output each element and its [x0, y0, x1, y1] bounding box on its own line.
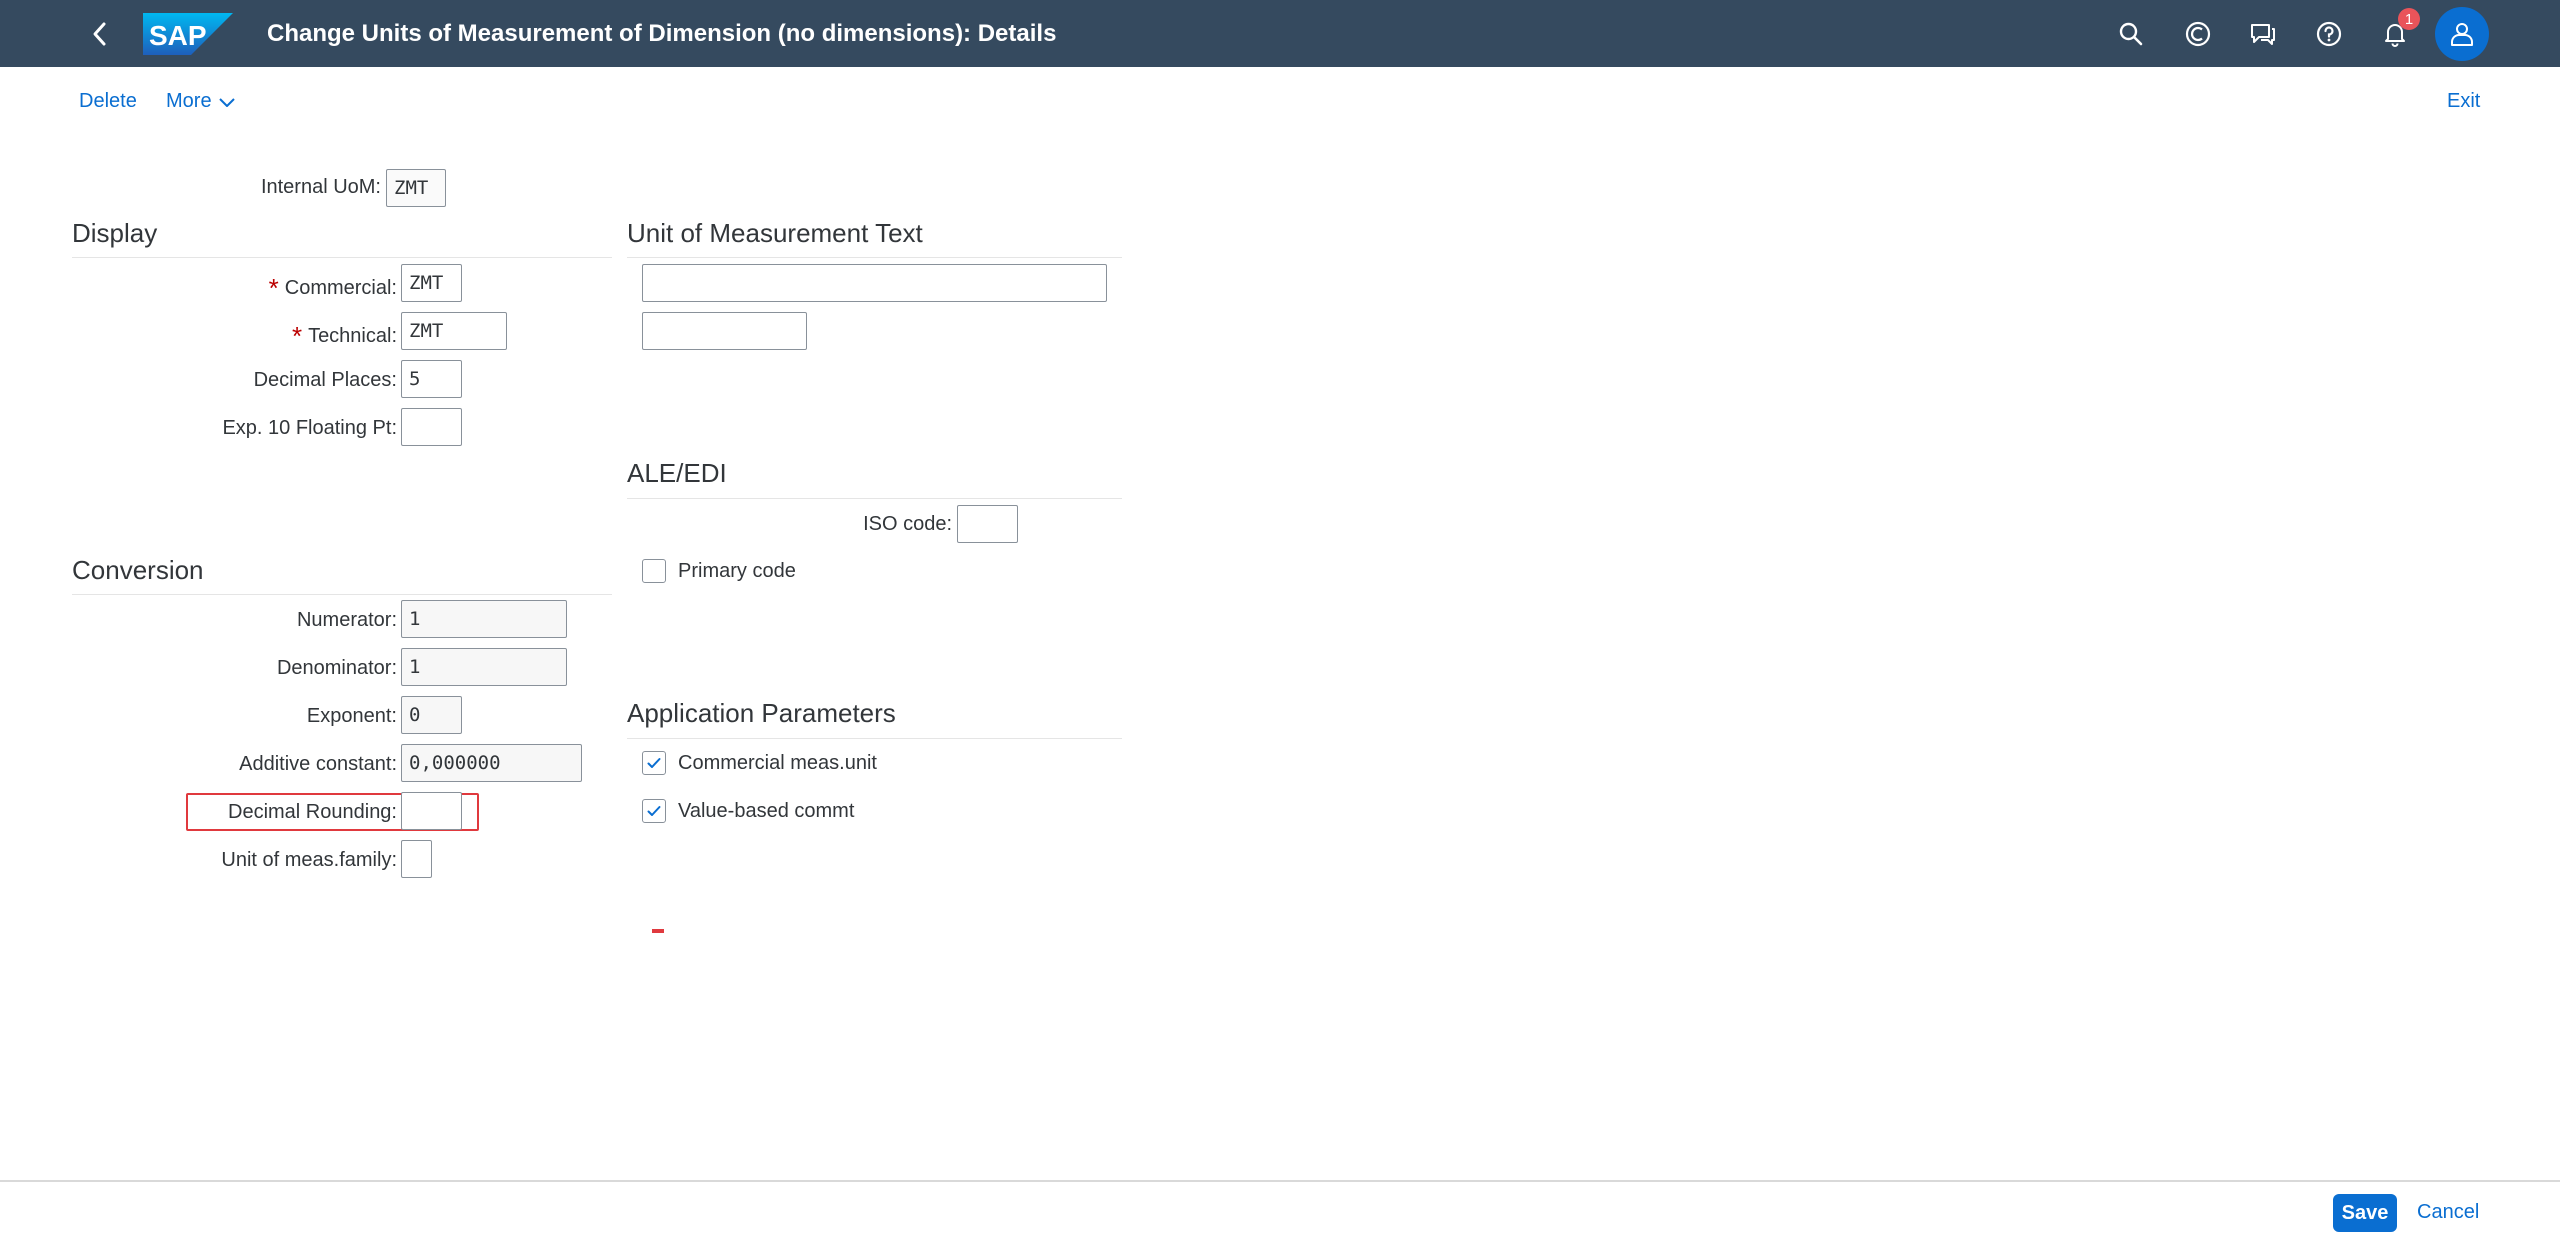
delete-button[interactable]: Delete [79, 90, 137, 113]
checkmark-icon [647, 806, 661, 816]
sap-logo[interactable]: SAP [143, 13, 233, 55]
user-icon [2451, 23, 2473, 46]
decimal-places-field[interactable]: 5 [401, 360, 462, 398]
required-marker: * [268, 273, 279, 303]
ale-edi-section-title: ALE/EDI [627, 458, 727, 488]
help-button[interactable] [2311, 16, 2347, 52]
user-avatar[interactable] [2435, 7, 2489, 61]
cursor-marker [652, 929, 664, 933]
search-icon [2119, 22, 2143, 46]
commercial-label: * Commercial: [268, 270, 397, 303]
exp10-floating-label: Exp. 10 Floating Pt: [222, 417, 397, 439]
exponent-label: Exponent: [306, 705, 397, 727]
decimal-places-label: Decimal Places: [253, 369, 397, 391]
cancel-button[interactable]: Cancel [2417, 1201, 2479, 1224]
search-button[interactable] [2113, 16, 2149, 52]
more-menu-button[interactable]: More [166, 90, 237, 113]
page-title: Change Units of Measurement of Dimension… [267, 20, 1057, 47]
chevron-down-icon [218, 97, 235, 107]
display-section-divider [72, 257, 612, 258]
additive-constant-field[interactable]: 0,000000 [401, 744, 582, 782]
uom-text-section-title: Unit of Measurement Text [627, 218, 923, 248]
decimal-rounding-label: Decimal Rounding: [228, 801, 397, 823]
technical-field[interactable]: ZMT [401, 312, 507, 350]
more-label: More [166, 90, 212, 112]
technical-label: * Technical: [291, 318, 397, 351]
numerator-field[interactable]: 1 [401, 600, 567, 638]
notification-badge: 1 [2398, 8, 2420, 30]
commercial-label-text: Commercial: [284, 277, 397, 299]
copilot-icon [2185, 21, 2211, 47]
copilot-button[interactable] [2180, 16, 2216, 52]
uom-long-text-field[interactable] [642, 264, 1107, 302]
decimal-rounding-field[interactable] [401, 792, 462, 830]
value-based-commt-checkbox[interactable] [642, 799, 666, 823]
denominator-label: Denominator: [276, 657, 397, 679]
exp10-floating-field[interactable] [401, 408, 462, 446]
sap-logo-text: SAP [149, 20, 207, 51]
iso-code-label: ISO code: [863, 513, 952, 535]
chevron-left-icon [93, 22, 106, 46]
required-marker: * [291, 321, 303, 351]
back-button[interactable] [80, 14, 120, 54]
exit-button[interactable]: Exit [2447, 90, 2480, 113]
app-params-section-title: Application Parameters [627, 698, 896, 728]
feedback-button[interactable] [2245, 16, 2281, 52]
uom-family-field[interactable] [401, 840, 432, 878]
app-params-section-divider [627, 738, 1122, 739]
ale-edi-section-divider [627, 498, 1122, 499]
commercial-meas-unit-label[interactable]: Commercial meas.unit [678, 752, 877, 775]
numerator-label: Numerator: [296, 609, 397, 631]
exponent-field[interactable]: 0 [401, 696, 462, 734]
denominator-field[interactable]: 1 [401, 648, 567, 686]
internal-uom-field[interactable]: ZMT [386, 169, 446, 207]
save-button[interactable]: Save [2333, 1194, 2397, 1232]
help-icon [2316, 21, 2342, 47]
uom-text-section-divider [627, 257, 1122, 258]
additive-constant-label: Additive constant: [239, 753, 397, 775]
primary-code-checkbox[interactable] [642, 559, 666, 583]
checkmark-icon [647, 758, 661, 768]
primary-code-label[interactable]: Primary code [678, 560, 796, 583]
uom-family-label: Unit of meas.family: [221, 849, 397, 871]
conversion-section-divider [72, 594, 612, 595]
chat-icon [2251, 24, 2275, 45]
technical-label-text: Technical: [308, 325, 397, 347]
shell-bar: SAP Change Units of Measurement of Dimen… [0, 0, 2560, 67]
internal-uom-label: Internal UoM: [260, 176, 381, 198]
footer-divider [0, 1180, 2560, 1182]
value-based-commt-label[interactable]: Value-based commt [678, 800, 854, 823]
display-section-title: Display [72, 218, 158, 248]
commercial-field[interactable]: ZMT [401, 264, 462, 302]
commercial-meas-unit-checkbox[interactable] [642, 751, 666, 775]
conversion-section-title: Conversion [72, 555, 204, 585]
iso-code-field[interactable] [957, 505, 1018, 543]
uom-short-text-field[interactable] [642, 312, 807, 350]
